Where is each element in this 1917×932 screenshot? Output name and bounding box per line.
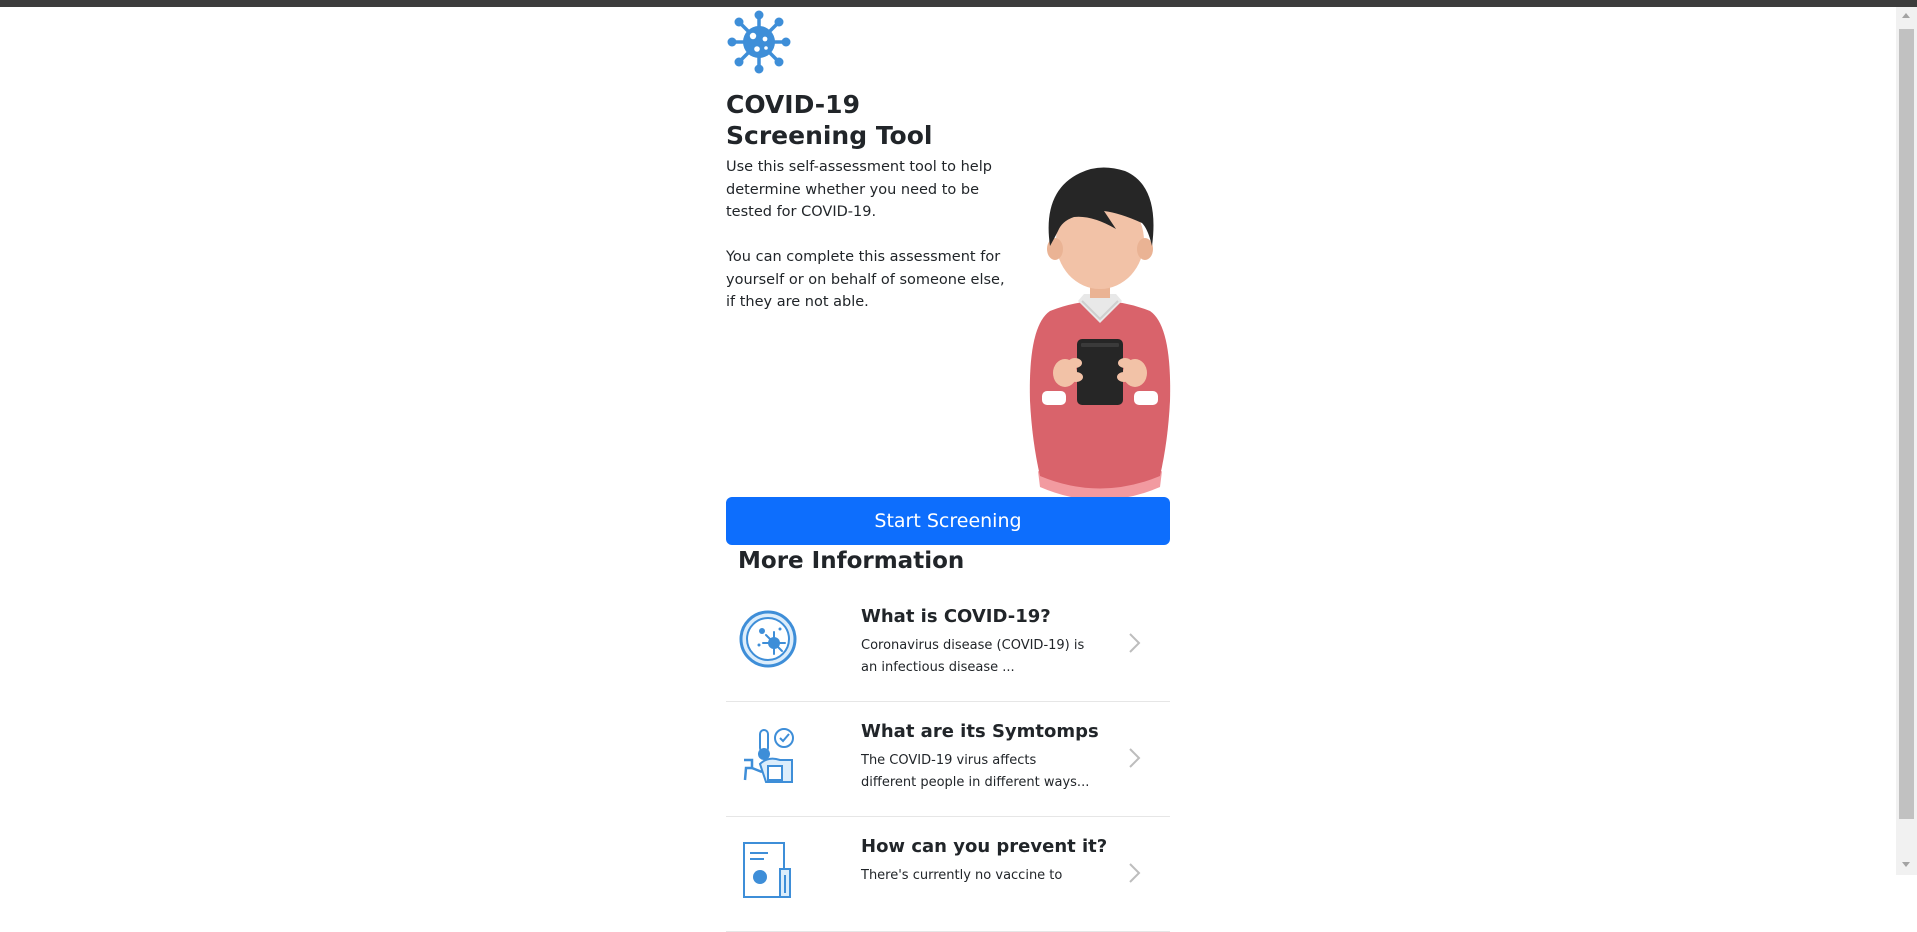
chevron-right-icon — [1129, 863, 1141, 883]
more-information-heading: More Information — [738, 548, 965, 574]
scrollbar-thumb[interactable] — [1899, 29, 1914, 819]
vertical-scrollbar[interactable] — [1896, 7, 1917, 875]
scroll-down-arrow-icon[interactable] — [1902, 862, 1910, 867]
thermometer-patient-icon — [743, 728, 794, 783]
chevron-right-icon — [1129, 633, 1141, 653]
intro-text: Use this self-assessment tool to help de… — [726, 156, 1016, 336]
chevron-right-icon — [1129, 748, 1141, 768]
info-list: What is COVID-19? Coronavirus disease (C… — [726, 587, 1170, 932]
virus-magnifier-icon — [739, 610, 797, 668]
info-item-what-is-covid[interactable]: What is COVID-19? Coronavirus disease (C… — [726, 587, 1170, 702]
info-item-title: How can you prevent it? — [861, 836, 1108, 857]
page-title-line2: Screening Tool — [726, 121, 933, 150]
scroll-up-arrow-icon[interactable] — [1902, 13, 1910, 18]
info-item-title: What is COVID-19? — [861, 606, 1051, 627]
intro-paragraph-2: You can complete this assessment for you… — [726, 249, 1005, 310]
browser-top-bar — [0, 0, 1917, 7]
start-screening-button[interactable]: Start Screening — [726, 497, 1170, 545]
person-with-phone-illustration — [1029, 167, 1171, 500]
info-item-title: What are its Symtomps — [861, 721, 1099, 742]
info-item-description: Coronavirus disease (COVID-19) is an inf… — [861, 638, 1085, 675]
info-item-description: There's currently no vaccine to — [861, 868, 1063, 883]
page-title: COVID-19 Screening Tool — [726, 89, 986, 151]
info-item-symptoms[interactable]: What are its Symtomps The COVID-19 virus… — [726, 702, 1170, 817]
page-title-line1: COVID-19 — [726, 90, 860, 119]
document-chart-icon — [743, 842, 791, 898]
info-item-description: The COVID-19 virus affects different peo… — [861, 753, 1090, 790]
virus-logo-icon — [727, 10, 791, 74]
intro-paragraph-1: Use this self-assessment tool to help de… — [726, 159, 992, 220]
